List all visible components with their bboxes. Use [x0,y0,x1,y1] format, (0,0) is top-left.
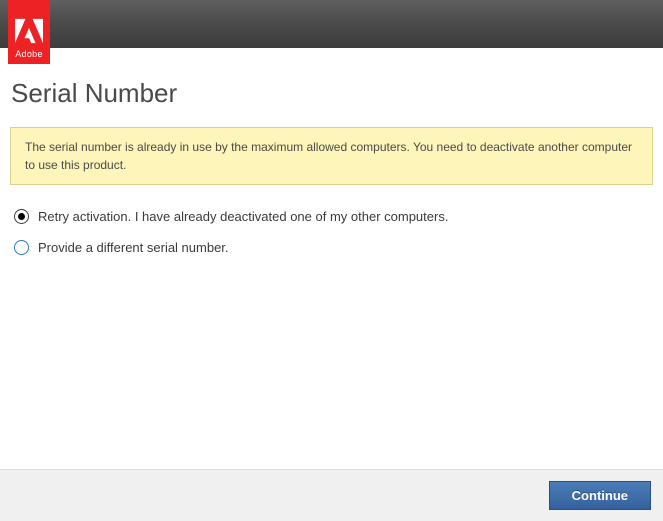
header-bar: Adobe [0,0,663,48]
options-group: Retry activation. I have already deactiv… [10,209,653,255]
radio-retry-activation[interactable]: Retry activation. I have already deactiv… [14,209,653,224]
radio-selected-dot-icon [18,213,25,220]
brand-block: Adobe [8,0,50,64]
adobe-logo-icon [15,17,43,45]
radio-provide-label: Provide a different serial number. [38,240,229,255]
page-title: Serial Number [11,78,653,109]
brand-label: Adobe [15,49,43,59]
radio-button-icon [14,240,29,255]
radio-button-icon [14,209,29,224]
radio-provide-serial[interactable]: Provide a different serial number. [14,240,653,255]
continue-button[interactable]: Continue [549,481,651,510]
footer-bar: Continue [0,469,663,521]
radio-retry-label: Retry activation. I have already deactiv… [38,209,448,224]
alert-message: The serial number is already in use by t… [10,127,653,185]
content-area: Serial Number The serial number is alrea… [0,48,663,255]
